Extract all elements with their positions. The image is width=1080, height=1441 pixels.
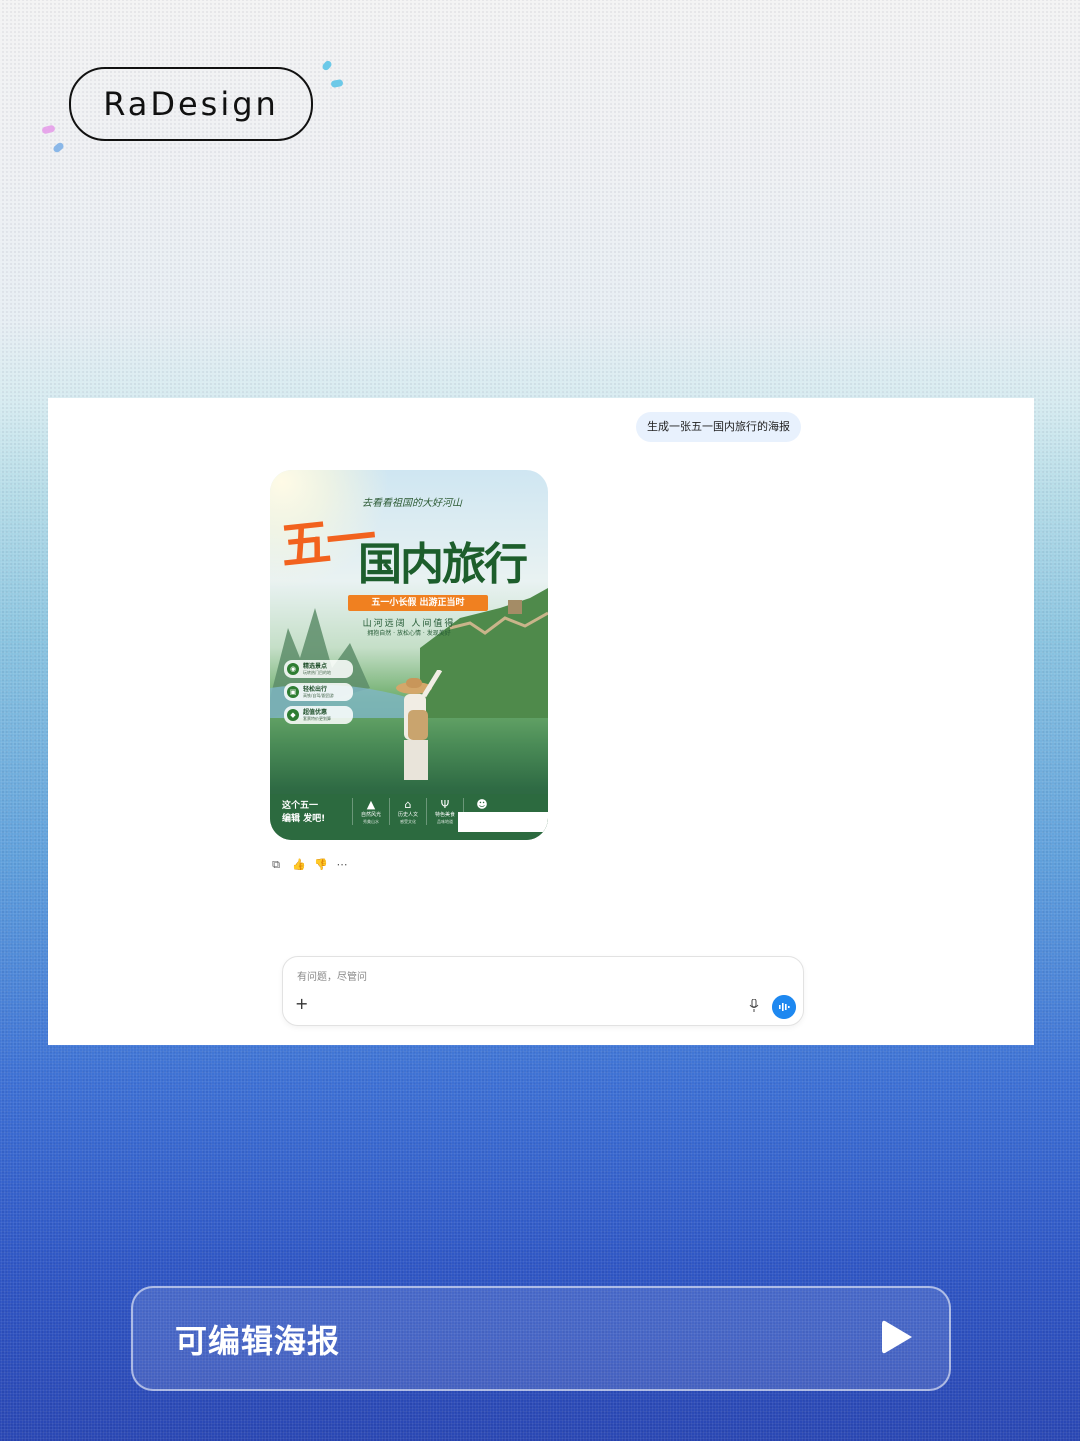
tag-icon: ◆ <box>287 709 299 721</box>
chat-window: 生成一张五一国内旅行的海报 去看看祖国的大好河山 五一 国内旅行 五一小长假 出… <box>48 398 1034 1045</box>
category-label: 历史人文 <box>397 812 418 818</box>
message-actions: ⧉ 👍 👎 ⋯ <box>270 859 348 871</box>
feature-title: 轻松出行 <box>303 686 328 693</box>
mountain-icon: ▲ <box>366 798 376 811</box>
poster-tagline: 去看看祖国的大好河山 <box>362 498 462 509</box>
brand-name: RaDesign <box>103 85 279 123</box>
feature-desc: 高铁/自驾/跟团游 <box>303 693 334 698</box>
fork-icon: Ψ <box>440 798 450 811</box>
category-item: ⌂ 历史人文 感受文化 <box>389 798 426 825</box>
user-message-bubble: 生成一张五一国内旅行的海报 <box>636 412 801 442</box>
play-arrow-icon <box>882 1320 912 1354</box>
decor-dash <box>52 141 65 154</box>
feature-desc: 套票特价更划算 <box>303 716 331 721</box>
decor-dash <box>321 59 333 72</box>
slogan-line: 这个五一 <box>282 801 319 811</box>
poster-overlay-box <box>458 812 548 832</box>
feature-item: ◆ 超值优惠 套票特价更划算 <box>284 706 353 724</box>
traveler-figure <box>396 670 443 780</box>
camera-icon: ◉ <box>287 663 299 675</box>
luggage-icon: ▣ <box>287 686 299 698</box>
chat-input-box[interactable]: 有问题，尽管问 + <box>282 956 804 1026</box>
category-label: 自然风光 <box>360 812 381 818</box>
category-sub: 感受文化 <box>400 819 416 824</box>
feature-item: ▣ 轻松出行 高铁/自驾/跟团游 <box>284 683 353 701</box>
temple-icon: ⌂ <box>404 798 412 811</box>
poster-slogan: 这个五一 编辑 发吧! <box>282 800 325 826</box>
feature-title: 精选景点 <box>303 663 328 670</box>
editable-poster-banner[interactable]: 可编辑海报 <box>131 1286 951 1391</box>
cta-label: 可编辑海报 <box>175 1322 341 1360</box>
poster-title-sub: 国内旅行 <box>358 539 528 590</box>
feature-title: 超值优惠 <box>303 709 328 716</box>
plus-icon[interactable]: + <box>295 996 308 1012</box>
voice-send-button[interactable] <box>772 995 796 1019</box>
thumbs-down-icon[interactable]: 👎 <box>314 859 328 871</box>
brand-logo: RaDesign <box>69 67 313 141</box>
poster-subtitle-small: 拥抱自然 · 放松心情 · 发现美好 <box>367 630 451 637</box>
poster-banner: 五一小长假 出游正当时 <box>348 595 488 611</box>
microphone-icon[interactable] <box>749 999 759 1013</box>
thumbs-up-icon[interactable]: 👍 <box>292 859 306 871</box>
category-item: ▲ 自然风光 秀美山水 <box>352 798 389 825</box>
generated-poster-image[interactable]: 去看看祖国的大好河山 五一 国内旅行 五一小长假 出游正当时 山河远阔 人间值得… <box>270 470 548 840</box>
decor-dash <box>41 124 56 135</box>
people-icon: ☻ <box>476 798 488 811</box>
category-sub: 秀美山水 <box>363 819 379 824</box>
decor-dash <box>330 79 344 88</box>
chat-input-placeholder[interactable]: 有问题，尽管问 <box>297 968 367 983</box>
slogan-line: 发吧! <box>303 814 326 824</box>
feature-item: ◉ 精选景点 玩转热门目的地 <box>284 660 353 678</box>
feature-desc: 玩转热门目的地 <box>303 670 331 675</box>
copy-icon[interactable]: ⧉ <box>270 859 282 871</box>
poster-footer: 这个五一 编辑 发吧! ▲ 自然风光 秀美山水 ⌂ 历史人文 感受文化 Ψ 特色… <box>270 794 548 840</box>
more-icon[interactable]: ⋯ <box>336 859 348 871</box>
poster-features: ◉ 精选景点 玩转热门目的地 ▣ 轻松出行 高铁/自驾/跟团游 ◆ 超值优惠 套票特价… <box>284 660 353 729</box>
slogan-line: 编辑 <box>282 814 301 824</box>
